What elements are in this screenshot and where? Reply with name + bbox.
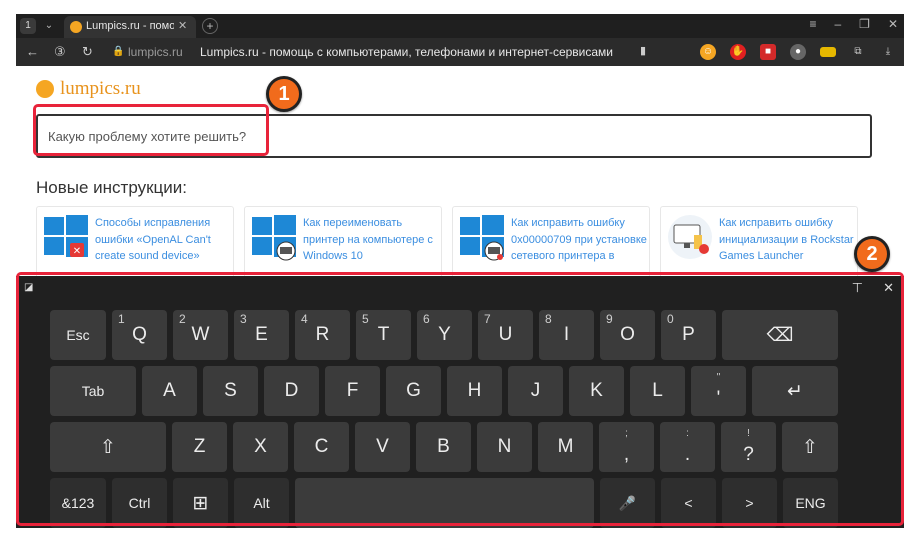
download-icon[interactable]: ⤓	[880, 44, 896, 60]
annotation-box-2	[16, 272, 904, 526]
browser-window: 1 ⌄ Lumpics.ru - помощь с ✕ + ≡ – ❐ ✕ ← …	[16, 14, 904, 528]
url-domain[interactable]: lumpics.ru	[128, 45, 183, 59]
computer-error-icon	[668, 215, 712, 259]
card-title[interactable]: Как переименовать принтер на компьютере …	[303, 215, 441, 265]
web-page: lumpics.ru Новые инструкции: ✕ Способы и…	[16, 66, 904, 276]
reload-icon[interactable]: ↻	[82, 44, 93, 60]
windows-error-icon: ✕	[44, 215, 88, 257]
close-window-icon[interactable]: ✕	[888, 17, 898, 31]
card-title[interactable]: Как исправить ошибку 0x00000709 при уста…	[511, 215, 649, 265]
lumpics-favicon-icon	[70, 21, 82, 33]
new-tab-button[interactable]: +	[202, 18, 218, 34]
article-cards: ✕ Способы исправления ошибки «OpenAL Can…	[36, 206, 866, 276]
tab-bar: 1 ⌄ Lumpics.ru - помощь с ✕ + ≡ – ❐ ✕	[16, 14, 904, 38]
address-bar: ← ③ ↻ 🔒 lumpics.ru Lumpics.ru - помощь с…	[16, 38, 904, 66]
extension-gray-icon[interactable]: ●	[790, 44, 806, 60]
extension-smiley-icon[interactable]: ☺	[700, 44, 716, 60]
minimize-icon[interactable]: –	[834, 17, 841, 31]
window-controls: ≡ – ❐ ✕	[809, 17, 898, 31]
lock-icon[interactable]: 🔒	[112, 46, 124, 57]
url-page-title[interactable]: Lumpics.ru - помощь с компьютерами, теле…	[200, 45, 613, 59]
annotation-box-1	[33, 104, 269, 156]
article-card[interactable]: Как исправить ошибку инициализации в Roc…	[660, 206, 858, 276]
tab-close-icon[interactable]: ✕	[178, 19, 187, 32]
tab-list-chevron-icon[interactable]: ⌄	[40, 18, 58, 34]
extension-save-icon[interactable]: ■	[760, 44, 776, 60]
card-title[interactable]: Как исправить ошибку инициализации в Roc…	[719, 215, 857, 265]
annotation-badge-2: 2	[854, 236, 890, 272]
restore-icon[interactable]: ❐	[859, 17, 870, 31]
extensions-bar: ☺ ✋ ■ ● ⧉ ⤓	[700, 44, 896, 60]
svg-text:✕: ✕	[73, 246, 81, 257]
article-card[interactable]: Как исправить ошибку 0x00000709 при уста…	[452, 206, 650, 276]
section-title: Новые инструкции:	[36, 178, 187, 197]
orange-logo-icon	[36, 80, 54, 98]
windows-network-printer-icon	[460, 215, 504, 261]
article-card[interactable]: Как переименовать принтер на компьютере …	[244, 206, 442, 276]
menu-icon[interactable]: ≡	[809, 17, 816, 31]
site-logo[interactable]: lumpics.ru	[36, 78, 141, 100]
bookmark-icon[interactable]: ▮	[640, 44, 646, 57]
tab-count-badge[interactable]: 1	[20, 18, 36, 34]
back-arrow-icon[interactable]: ←	[26, 44, 39, 59]
article-card[interactable]: ✕ Способы исправления ошибки «OpenAL Can…	[36, 206, 234, 276]
split-view-icon[interactable]: ⧉	[850, 44, 866, 60]
card-title[interactable]: Способы исправления ошибки «OpenAL Can't…	[95, 215, 233, 265]
active-tab[interactable]: Lumpics.ru - помощь с ✕	[64, 16, 196, 38]
windows-printer-icon	[252, 215, 296, 261]
tab-title: Lumpics.ru - помощь с	[86, 20, 174, 32]
yandex-protect-icon[interactable]: ③	[54, 44, 66, 60]
extension-adblock-icon[interactable]: ✋	[730, 44, 746, 60]
battery-icon[interactable]	[820, 47, 836, 57]
annotation-badge-1: 1	[266, 76, 302, 112]
logo-text: lumpics.ru	[60, 78, 141, 99]
